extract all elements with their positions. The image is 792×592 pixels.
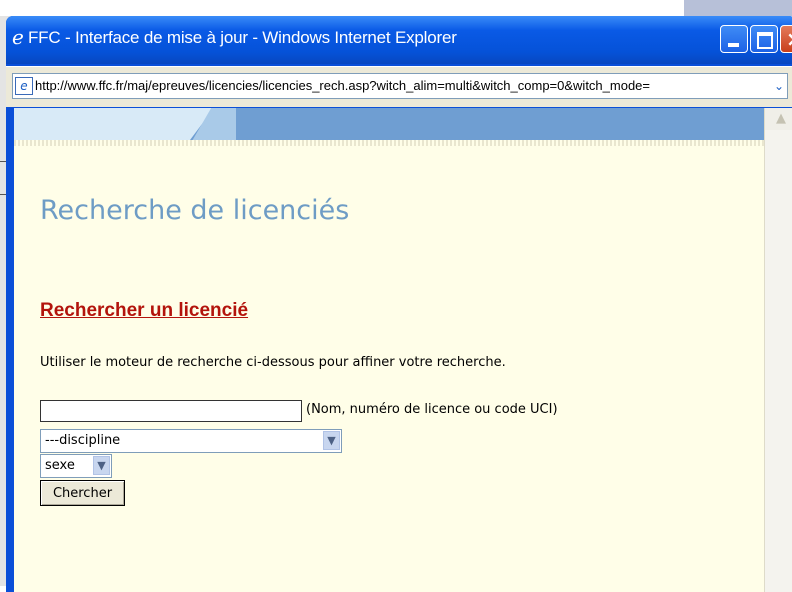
page-content: Recherche de licenciés Rechercher un lic… <box>14 108 764 592</box>
banner-light-shape <box>14 108 214 140</box>
url-field[interactable]: e http://www.ffc.fr/maj/epreuves/licenci… <box>12 73 788 99</box>
header-banner <box>14 108 764 146</box>
intro-text: Utiliser le moteur de recherche ci-desso… <box>40 355 506 370</box>
close-icon: × <box>786 27 792 51</box>
desktop-background <box>0 0 792 16</box>
window-title: FFC - Interface de mise à jour - Windows… <box>28 28 457 47</box>
search-hint: (Nom, numéro de licence ou code UCI) <box>306 402 558 417</box>
search-input[interactable] <box>40 400 302 422</box>
address-bar: e http://www.ffc.fr/maj/epreuves/licenci… <box>6 66 792 107</box>
search-button[interactable]: Chercher <box>40 480 125 506</box>
banner-dotted-line <box>14 140 764 146</box>
sexe-select[interactable]: sexe ▼ <box>40 454 112 478</box>
section-title-link[interactable]: Rechercher un licencié <box>40 300 248 322</box>
chevron-down-icon[interactable]: ▼ <box>323 431 340 450</box>
title-bar[interactable]: e FFC - Interface de mise à jour - Windo… <box>6 16 792 64</box>
page-icon: e <box>15 77 33 95</box>
background-window-fragment <box>684 0 792 16</box>
page-title: Recherche de licenciés <box>40 195 350 226</box>
scroll-up-icon[interactable]: ▲ <box>765 108 792 130</box>
maximize-button[interactable] <box>750 25 778 53</box>
discipline-select[interactable]: ---discipline ▼ <box>40 429 342 453</box>
close-button[interactable]: × <box>780 25 792 53</box>
url-text: http://www.ffc.fr/maj/epreuves/licencies… <box>35 78 651 93</box>
vertical-scrollbar[interactable]: ▲ <box>764 108 792 592</box>
minimize-button[interactable] <box>720 25 748 53</box>
sexe-selected-value: sexe <box>45 458 75 473</box>
chevron-down-icon[interactable]: ⌄ <box>771 74 787 98</box>
discipline-selected-value: ---discipline <box>45 433 121 448</box>
browser-window: e FFC - Interface de mise à jour - Windo… <box>6 16 792 592</box>
chevron-down-icon[interactable]: ▼ <box>93 456 110 475</box>
